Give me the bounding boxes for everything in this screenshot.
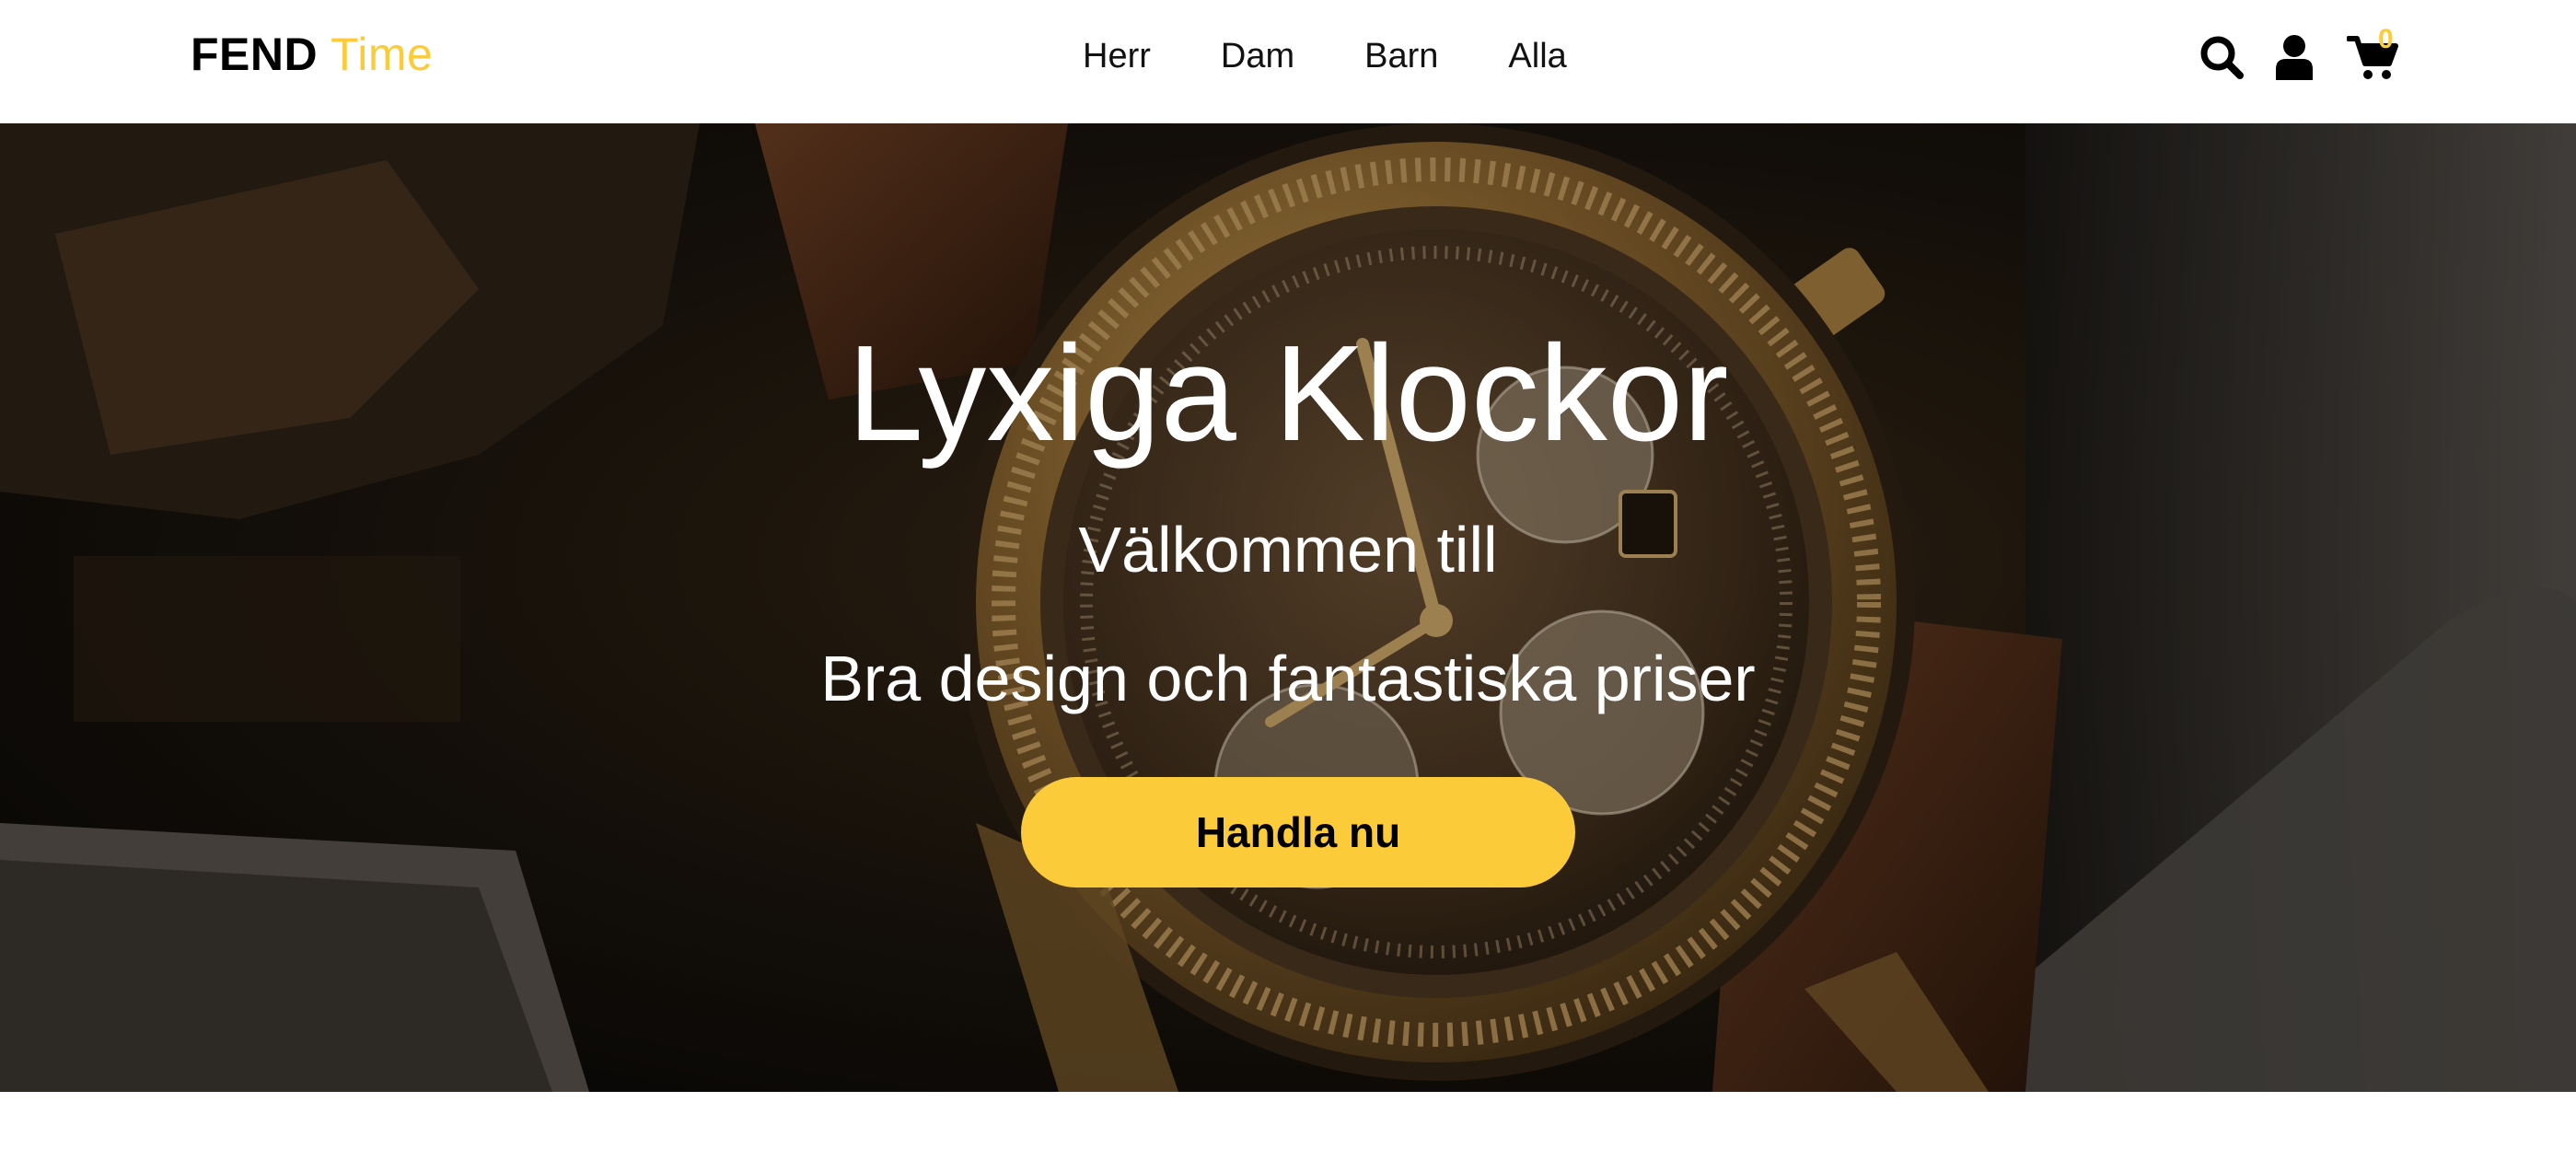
hero-banner: Lyxiga Klockor Välkommen till Bra design… [0,123,2576,1092]
main-nav: Herr Dam Barn Alla [1083,31,1567,81]
logo-secondary-text: Time [331,29,434,80]
site-logo[interactable]: FEND Time [191,26,433,83]
logo-primary-text: FEND [191,29,319,80]
cart-count-badge: 0 [2378,24,2394,54]
hero-tagline: Bra design och fantastiska priser [820,643,1756,714]
hero-subtitle: Välkommen till [1078,514,1498,586]
nav-link-dam[interactable]: Dam [1221,37,1294,76]
nav-link-barn[interactable]: Barn [1364,37,1438,76]
nav-link-herr[interactable]: Herr [1083,37,1151,76]
hero-content: Lyxiga Klockor Välkommen till Bra design… [0,123,2576,1092]
site-header: FEND Time Herr Dam Barn Alla 0 [0,0,2576,123]
nav-link-alla[interactable]: Alla [1508,37,1566,76]
shop-now-button[interactable]: Handla nu [1021,777,1575,887]
user-icon[interactable] [2274,34,2315,80]
hero-title: Lyxiga Klockor [847,318,1729,470]
search-icon[interactable] [2199,34,2245,80]
